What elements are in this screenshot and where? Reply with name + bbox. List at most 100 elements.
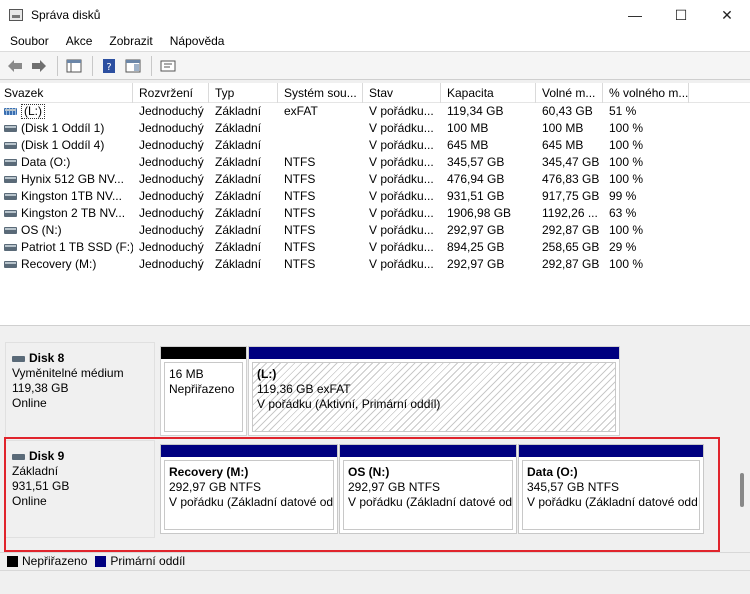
volume-name-cell: Recovery (M:)	[0, 256, 133, 273]
toolbar-separator	[57, 55, 58, 76]
volume-capacity-cell: 894,25 GB	[447, 240, 505, 254]
volume-layout-cell: Jednoduchý	[139, 121, 204, 135]
volume-capacity-cell: 345,57 GB	[447, 155, 505, 169]
volume-fs-cell: NTFS	[284, 155, 316, 169]
disk-8-info[interactable]: Disk 8 Vyměnitelné médium 119,38 GB Onli…	[5, 342, 155, 438]
volume-name: Kingston 1TB NV...	[21, 189, 122, 203]
disk-8-primary-partition[interactable]: (L:) 119,36 GB exFAT V pořádku (Aktivní,…	[248, 346, 620, 436]
volume-fs-cell: NTFS	[284, 223, 316, 237]
volume-icon	[4, 227, 17, 234]
volume-type-cell: Základní	[215, 104, 262, 118]
table-row[interactable]: Data (O:) Jednoduchý Základní NTFS V pořádku…	[0, 154, 750, 171]
console-tree-button[interactable]	[63, 55, 85, 77]
table-row[interactable]: Recovery (M:) Jednoduchý Základní NTFS V poř…	[0, 256, 750, 273]
column-header-capacity[interactable]: Kapacita	[441, 83, 536, 103]
volume-icon	[4, 176, 17, 183]
legend-swatch-unallocated	[7, 555, 18, 567]
table-row[interactable]: Kingston 2 TB NV... Jednoduchý Základní NTF…	[0, 205, 750, 222]
menu-help[interactable]: Nápověda	[160, 34, 232, 48]
volume-name-cell: Hynix 512 GB NV...	[0, 171, 133, 188]
volume-name-cell: Kingston 2 TB NV...	[0, 205, 133, 222]
table-row[interactable]: Kingston 1TB NV... Jednoduchý Základní NTFS…	[0, 188, 750, 205]
help-book-icon: ?	[103, 58, 115, 73]
show-hide-action-pane-button[interactable]	[122, 55, 144, 77]
svg-text:?: ?	[106, 62, 111, 73]
volume-fs-cell: NTFS	[284, 206, 316, 220]
legend-swatch-primary	[95, 555, 107, 567]
disk-8-state: Online	[12, 396, 47, 410]
menu-action[interactable]: Akce	[56, 34, 100, 48]
volume-free-cell: 100 MB	[542, 121, 584, 135]
help-button[interactable]: ?	[98, 55, 120, 77]
legend: Nepřiřazeno Primární oddíl	[0, 552, 750, 569]
volume-name: (Disk 1 Oddíl 4)	[21, 138, 105, 152]
volume-name: Recovery (M:)	[21, 257, 97, 271]
volume-name: Data (O:)	[21, 155, 71, 169]
volume-status-cell: V pořádku...	[369, 121, 434, 135]
menu-file[interactable]: Soubor	[0, 34, 56, 48]
volume-name-cell: Kingston 1TB NV...	[0, 188, 133, 205]
toolbar-separator	[92, 55, 93, 76]
table-row[interactable]: (Disk 1 Oddíl 1) Jednoduchý Základní V pořá…	[0, 120, 750, 137]
maximize-button[interactable]: ☐	[658, 0, 704, 30]
volume-capacity-cell: 645 MB	[447, 138, 489, 152]
volume-pct-cell: 100 %	[609, 138, 644, 152]
minimize-button[interactable]: —	[612, 0, 658, 30]
back-button[interactable]	[4, 55, 26, 77]
column-header-filesystem[interactable]: Systém sou...	[278, 83, 363, 103]
column-header-type[interactable]: Typ	[209, 83, 278, 103]
column-header-status[interactable]: Stav	[363, 83, 441, 103]
volume-free-cell: 1192,26 ...	[542, 206, 598, 220]
volume-status-cell: V pořádku...	[369, 104, 434, 118]
column-header-layout[interactable]: Rozvržení	[133, 83, 209, 103]
column-header-percent-free[interactable]: % volného m...	[603, 83, 689, 103]
close-button[interactable]: ✕	[704, 0, 750, 30]
menu-bar: Soubor Akce Zobrazit Nápověda	[0, 30, 750, 51]
volume-capacity-cell: 119,34 GB	[447, 104, 504, 118]
disk-8-unallocated-partition[interactable]: 16 MB Nepřiřazeno	[160, 346, 247, 436]
primary-partition-body: (L:) 119,36 GB exFAT V pořádku (Aktivní,…	[252, 362, 616, 432]
volume-name-cell: Patriot 1 TB SSD (F:)	[0, 239, 133, 256]
pane-splitter[interactable]	[0, 325, 750, 334]
action-pane-icon	[125, 59, 141, 72]
disk-8-title: Disk 8	[29, 351, 65, 365]
volume-name-cell: (L:)	[0, 103, 133, 120]
volume-free-cell: 258,65 GB	[542, 240, 600, 254]
graphical-view-scrollbar[interactable]	[740, 473, 744, 507]
title-bar: Správa disků — ☐ ✕	[0, 0, 750, 30]
table-row[interactable]: Patriot 1 TB SSD (F:) Jednoduchý Základní N…	[0, 239, 750, 256]
volume-icon	[4, 142, 17, 149]
volume-status-cell: V pořádku...	[369, 138, 434, 152]
primary-partition-bar	[249, 347, 619, 359]
table-row[interactable]: (Disk 1 Oddíl 4) Jednoduchý Základní V pořá…	[0, 137, 750, 154]
volume-type-cell: Základní	[215, 206, 262, 220]
forward-button[interactable]	[28, 55, 50, 77]
menu-view[interactable]: Zobrazit	[99, 34, 159, 48]
disk-management-window: Správa disků — ☐ ✕ Soubor Akce Zobrazit …	[0, 0, 750, 594]
volume-fs-cell	[278, 120, 363, 137]
table-row[interactable]: OS (N:) Jednoduchý Základní NTFS V pořádku..…	[0, 222, 750, 239]
properties-button[interactable]	[157, 55, 179, 77]
window-controls: — ☐ ✕	[612, 0, 750, 30]
volume-free-cell: 917,75 GB	[542, 189, 600, 203]
disk-8-size: 119,38 GB	[12, 381, 69, 395]
table-row[interactable]: Hynix 512 GB NV... Jednoduchý Základní NTFS…	[0, 171, 750, 188]
disk-icon	[12, 355, 25, 362]
unallocated-body: 16 MB Nepřiřazeno	[164, 362, 243, 432]
volume-type-cell: Základní	[215, 155, 262, 169]
volume-status-cell: V pořádku...	[369, 206, 434, 220]
table-row[interactable]: (L:) Jednoduchý Základní exFAT V pořádku... 1…	[0, 103, 750, 120]
column-header-free-space[interactable]: Volné m...	[536, 83, 603, 103]
volume-name: (Disk 1 Oddíl 1)	[21, 121, 105, 135]
volume-status-cell: V pořádku...	[369, 240, 434, 254]
volume-type-cell: Základní	[215, 223, 262, 237]
volume-capacity-cell: 1906,98 GB	[447, 206, 512, 220]
volume-status-cell: V pořádku...	[369, 155, 434, 169]
volume-layout-cell: Jednoduchý	[139, 206, 204, 220]
volume-icon	[4, 244, 17, 251]
partition-info: 119,36 GB exFAT	[257, 382, 351, 396]
volume-list-header: Svazek Rozvržení Typ Systém sou... Stav …	[0, 83, 750, 103]
column-header-volume[interactable]: Svazek	[0, 83, 133, 103]
volume-list: Svazek Rozvržení Typ Systém sou... Stav …	[0, 83, 750, 325]
legend-item-primary: Primární oddíl	[95, 554, 185, 568]
